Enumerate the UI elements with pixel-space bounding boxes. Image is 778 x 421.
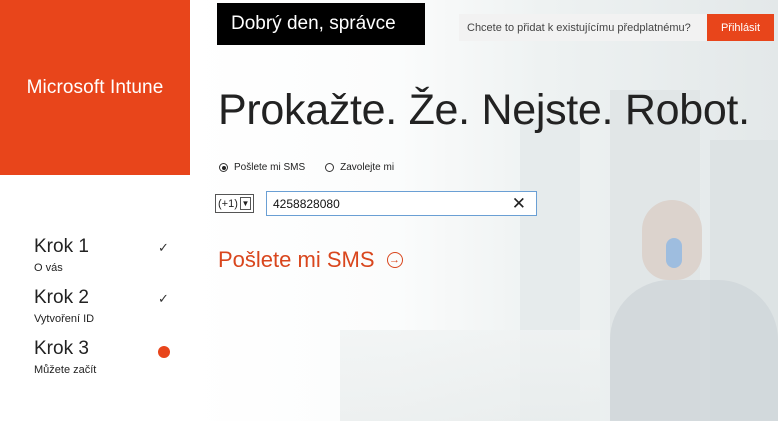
brand-name: Microsoft Intune — [26, 76, 164, 98]
verification-method-radios: Pošlete mi SMS Zavolejte mi — [219, 162, 414, 173]
send-sms-link[interactable]: Pošlete mi SMS → — [218, 247, 403, 273]
signin-button[interactable]: Přihlásit — [707, 14, 774, 41]
page-title: Prokažte. Že. Nejste. Robot. — [218, 86, 750, 134]
step-subtitle: Můžete začít — [34, 364, 97, 376]
greeting-banner: Dobrý den, správce — [217, 3, 425, 45]
headphone-graphic — [666, 238, 682, 268]
radio-unselected-icon[interactable] — [325, 163, 335, 172]
greeting-text: Dobrý den, správce — [231, 13, 396, 34]
background-person-body — [610, 280, 778, 421]
step-2: Krok 2 Vytvoření ID ✓ — [34, 287, 184, 338]
signin-question: Chcete to přidat k existujícímu předplat… — [459, 14, 707, 41]
current-step-dot-icon — [158, 346, 170, 358]
phone-number-value: 4258828080 — [273, 196, 340, 211]
country-code-value: (+1) — [218, 197, 238, 210]
radio-option-sms[interactable]: Pošlete mi SMS — [219, 162, 305, 173]
step-subtitle: Vytvoření ID — [34, 313, 95, 325]
radio-selected-icon[interactable] — [219, 163, 228, 172]
checkmark-icon: ✓ — [158, 291, 169, 306]
brand-tile: Microsoft Intune — [0, 0, 190, 175]
step-1: Krok 1 O vás ✓ — [34, 236, 184, 287]
phone-number-input[interactable]: 4258828080 ✕ — [266, 191, 537, 216]
background-desk — [340, 330, 600, 421]
chevron-down-icon[interactable]: ▼ — [240, 197, 251, 210]
steps-list: Krok 1 O vás ✓ Krok 2 Vytvoření ID ✓ Kro… — [34, 236, 184, 389]
send-sms-label: Pošlete mi SMS — [218, 247, 375, 272]
step-3: Krok 3 Můžete začít — [34, 338, 184, 389]
close-icon[interactable]: ✕ — [512, 194, 526, 213]
checkmark-icon: ✓ — [158, 240, 169, 255]
radio-label: Zavolejte mi — [340, 162, 395, 173]
radio-option-call[interactable]: Zavolejte mi — [325, 162, 394, 173]
radio-label: Pošlete mi SMS — [234, 162, 306, 173]
step-subtitle: O vás — [34, 262, 63, 274]
arrow-right-circle-icon[interactable]: → — [386, 252, 403, 268]
country-code-select[interactable]: (+1) ▼ — [215, 194, 254, 213]
